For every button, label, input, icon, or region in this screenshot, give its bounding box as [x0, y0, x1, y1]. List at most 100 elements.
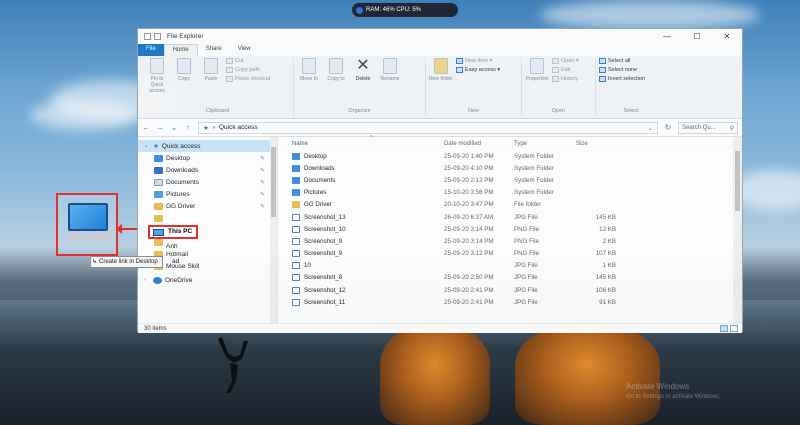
file-row[interactable]: Screenshot_8 25-09-20 2:50 PM JPG File 145 … — [292, 272, 742, 284]
tab-home[interactable]: Home — [163, 44, 198, 56]
expand-chevron-icon[interactable]: › — [144, 277, 150, 283]
search-input[interactable]: Search Qu... ⚲ — [678, 121, 738, 134]
edit-button[interactable]: Edit — [552, 67, 579, 73]
quick-access-toolbar — [144, 33, 161, 40]
invert-selection-button[interactable]: Invert selection — [599, 76, 645, 82]
refresh-icon[interactable]: ↻ — [664, 123, 672, 132]
paste-shortcut-button[interactable]: Paste shortcut — [226, 76, 270, 82]
file-list-scrollbar[interactable] — [733, 137, 742, 323]
nav-scroll-thumb[interactable] — [271, 147, 276, 217]
move-to-button[interactable]: Move to — [297, 58, 321, 82]
pin-quick-access-button[interactable]: Pin to Quick access — [145, 58, 169, 94]
maximize-button[interactable]: ☐ — [682, 32, 712, 41]
nav-item-label: Quick access — [161, 142, 201, 150]
status-bar: 30 items — [138, 323, 742, 333]
file-row[interactable]: GG Driver 20-10-20 3:47 PM File folder — [292, 199, 742, 211]
file-row[interactable]: Screenshot_9 25-09-20 3:12 PM PNG File 107 … — [292, 248, 742, 260]
search-placeholder: Search Qu... — [682, 124, 716, 131]
copy-to-button[interactable]: Copy to — [324, 58, 348, 82]
copy-path-button[interactable]: Copy path — [226, 67, 270, 73]
system-monitor-pill: RAM: 46% CPU: 5% — [352, 3, 458, 17]
computer-keyboard-icon — [64, 233, 114, 241]
column-name[interactable]: Name — [292, 141, 444, 147]
image-file-icon — [292, 213, 300, 221]
large-icons-view-icon[interactable] — [730, 325, 738, 332]
new-folder-icon — [434, 58, 448, 74]
tab-share[interactable]: Share — [198, 44, 230, 56]
column-type[interactable]: Type — [514, 141, 576, 147]
file-row[interactable]: Screenshot_12 25-09-20 2:41 PM JPG File 106… — [292, 284, 742, 296]
file-row[interactable]: Screenshot_13 26-09-20 6:37 AM JPG File 145… — [292, 211, 742, 223]
file-date: 25-09-20 2:41 PM — [444, 298, 494, 306]
file-row[interactable]: Screenshot_11 25-09-20 2:41 PM JPG File 91 … — [292, 296, 742, 308]
properties-button[interactable]: Properties — [525, 58, 549, 82]
back-arrow-icon[interactable]: ← — [142, 123, 150, 132]
file-row[interactable]: Screenshot_10 25-09-20 3:14 PM PNG File 12 … — [292, 223, 742, 235]
minimize-button[interactable]: — — [652, 32, 682, 41]
nav-scrollbar[interactable] — [270, 137, 277, 323]
file-date: 20-10-20 3:47 PM — [444, 201, 494, 209]
nav-item[interactable]: Desktop ✎ — [138, 152, 277, 164]
address-dropdown-icon[interactable]: ⌄ — [648, 124, 657, 132]
forward-arrow-icon[interactable]: → — [156, 123, 164, 132]
paste-button[interactable]: Paste — [199, 58, 223, 82]
address-bar: ← → ⌄ ↑ ★ › Quick access ⌄ ↻ Search Qu..… — [138, 119, 742, 137]
file-size: 1 KB — [602, 262, 616, 270]
rename-button[interactable]: Rename — [378, 58, 402, 82]
file-row[interactable]: 10 JPG File 1 KB — [292, 260, 742, 272]
up-arrow-icon[interactable]: ↑ — [184, 123, 192, 132]
nav-item[interactable]: GG Driver ✎ — [138, 200, 277, 212]
nav-item[interactable]: Documents ✎ — [138, 176, 277, 188]
wallpaper-cloud — [30, 100, 140, 130]
onedrive-cloud-icon — [153, 276, 162, 284]
image-file-icon — [292, 250, 300, 258]
column-date-modified[interactable]: Date modified — [444, 141, 514, 147]
file-name: Screenshot_12 — [304, 286, 346, 294]
new-folder-button[interactable]: New folder — [429, 58, 453, 82]
copy-button[interactable]: Copy — [172, 58, 196, 82]
file-scroll-thumb[interactable] — [735, 151, 740, 211]
properties-qa-icon[interactable] — [144, 33, 151, 40]
address-field[interactable]: ★ › Quick access ⌄ — [198, 121, 658, 134]
delete-button[interactable]: ✕ Delete — [351, 58, 375, 83]
file-size: 145 KB — [595, 213, 616, 221]
file-row[interactable]: Documents 25-09-20 2:13 PM System Folder — [292, 174, 742, 186]
cut-button[interactable]: Cut — [226, 58, 270, 64]
history-button[interactable]: History — [552, 76, 579, 82]
nav-item-label: OneDrive — [165, 276, 193, 284]
search-icon: ⚲ — [729, 125, 734, 132]
nav-item[interactable]: Downloads ✎ — [138, 164, 277, 176]
nav-item[interactable]: Pictures ✎ — [138, 188, 277, 200]
file-row[interactable]: Pictures 15-10-20 3:56 PM System Folder — [292, 187, 742, 199]
collapse-chevron-icon[interactable]: ⌄ — [144, 143, 150, 149]
nav-item[interactable] — [138, 212, 277, 224]
tab-view[interactable]: View — [230, 44, 259, 56]
desktop-this-pc-drag-icon[interactable] — [56, 193, 118, 256]
file-type: JPG File — [514, 286, 538, 294]
new-folder-qa-icon[interactable] — [154, 33, 161, 40]
this-pc-icon — [153, 229, 164, 236]
file-size: 2 KB — [602, 237, 616, 245]
window-controls: — ☐ ✕ — [652, 32, 742, 41]
select-all-button[interactable]: Select all — [599, 58, 645, 64]
file-row[interactable]: Desktop 25-09-20 1:40 PM System Folder — [292, 150, 742, 162]
tab-file[interactable]: File — [138, 44, 164, 56]
easy-access-button[interactable]: Easy access ▾ — [456, 67, 500, 73]
column-size[interactable]: Size — [576, 141, 616, 147]
edit-icon — [552, 67, 559, 73]
file-row[interactable]: Screenshot_9 25-09-20 3:14 PM PNG File 2 KB — [292, 235, 742, 247]
title-bar: File Explorer — ☐ ✕ — [138, 29, 742, 44]
details-view-icon[interactable] — [720, 325, 728, 332]
select-none-button[interactable]: Select none — [599, 67, 645, 73]
new-item-button[interactable]: New item ▾ — [456, 58, 500, 64]
nav-item-onedrive[interactable]: › OneDrive — [138, 274, 277, 286]
file-name: Screenshot_9 — [304, 237, 343, 245]
file-type: PNG File — [514, 237, 540, 245]
nav-item-quick-access[interactable]: ⌄ ★ Quick access — [138, 140, 277, 152]
open-button[interactable]: Open ▾ — [552, 58, 579, 64]
close-button[interactable]: ✕ — [712, 32, 742, 41]
file-type: System Folder — [514, 176, 554, 184]
file-row[interactable]: Downloads 25-09-20 4:10 PM System Folder — [292, 162, 742, 174]
recent-locations-chevron-icon[interactable]: ⌄ — [170, 123, 178, 132]
image-file-icon — [292, 298, 300, 306]
